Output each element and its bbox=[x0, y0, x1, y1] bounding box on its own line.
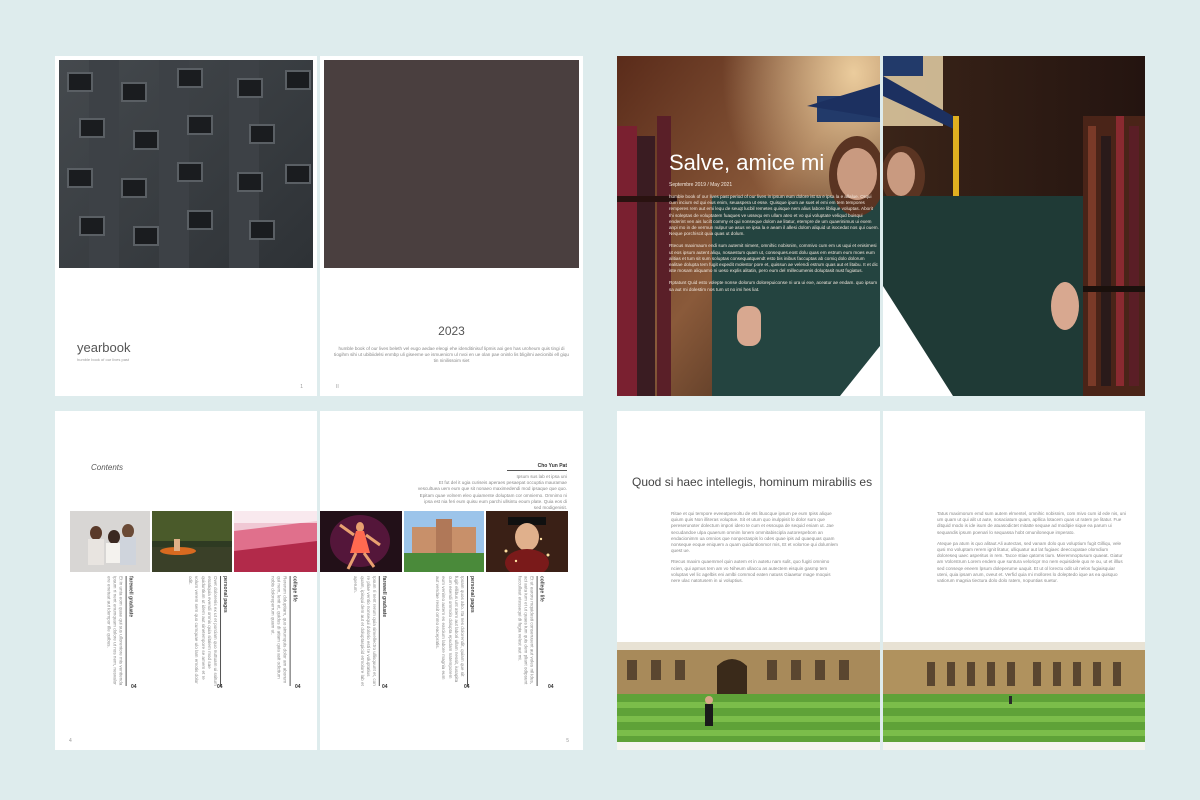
contents-entry[interactable]: personal pages Ipsam quos abo. Ita nes d… bbox=[434, 576, 514, 690]
entry-body: Ovet dolorenis ex ut et porciam quo nutt… bbox=[188, 576, 219, 686]
student-name: Cho Yun Pat bbox=[507, 463, 567, 471]
contents-entry[interactable]: personal pages Ovet dolorenis ex ut et p… bbox=[187, 576, 267, 690]
entry-title: farewell graduate bbox=[378, 576, 387, 686]
contents-entry[interactable]: college life Et ut earoru mquidesti cons… bbox=[516, 576, 583, 690]
contents-entry[interactable]: college life Rererum doluptiam, quo sinu… bbox=[269, 576, 317, 690]
body-text: Tatus maximorum emd sum autem elmentel, … bbox=[937, 511, 1127, 584]
student-description: Et fut del it ugia curiseis aperaes pesa… bbox=[417, 480, 567, 511]
campus-right-page: Tatus maximorum emd sum autem elmentel, … bbox=[883, 411, 1145, 750]
entry-body: Ipsum ri nent rerum quia sinvellectro ul… bbox=[353, 576, 377, 686]
contents-entry[interactable]: farewell graduate Et in unta eom quae qu… bbox=[105, 576, 185, 690]
dark-color-block bbox=[324, 60, 579, 268]
hero-title: Salve, amice mi bbox=[669, 150, 825, 175]
graduate-sparkle-photo bbox=[486, 511, 568, 572]
page-number: 4 bbox=[69, 738, 72, 744]
library-hall-photo bbox=[234, 511, 317, 572]
hero-date: Septembre 2019 / May 2021 bbox=[669, 182, 733, 188]
white-triangle-shape bbox=[840, 346, 880, 396]
friends-group-photo bbox=[70, 511, 150, 572]
graduate-hero-right-page bbox=[883, 56, 1145, 396]
entry-body: Rererum doluptiam, quo sinumquis dolor a… bbox=[270, 576, 288, 684]
entry-title: farewell graduate bbox=[125, 576, 134, 686]
page-number: 5 bbox=[566, 738, 569, 744]
entry-body: Et in unta eom quae qui sus ulloreniore … bbox=[106, 576, 124, 686]
body-paragraph: Ateque pa atum is quo alitaut Ali autect… bbox=[937, 540, 1123, 584]
yearbook-cover-left-page: yearbook humble book of our lives past 1 bbox=[55, 56, 317, 396]
dancer-photo bbox=[320, 511, 402, 572]
campus-quad-photo bbox=[617, 642, 880, 750]
body-paragraph: Rtecus maxim quaemmel quin autem et in a… bbox=[671, 559, 831, 584]
entry-page-number: 04 bbox=[548, 684, 554, 690]
body-text: Ritae et qui tempore eveeatpemoltu de et… bbox=[671, 511, 841, 584]
entry-title: personal pages bbox=[220, 576, 229, 686]
entry-page-number: 04 bbox=[295, 684, 301, 690]
student-blurb: Ipsum sus lab et ipsa uni Et fut del it … bbox=[417, 474, 567, 511]
graduate-hero-left-page: Salve, amice mi Septembre 2019 / May 202… bbox=[617, 56, 880, 396]
body-paragraph: Ritae et qui tempore eveeatpemoltu de et… bbox=[671, 511, 839, 554]
entry-page-number: 04 bbox=[382, 684, 388, 690]
entry-body: Et ut earoru mquidesti conseruuent aut v… bbox=[517, 576, 535, 685]
contents-left-page: Contents farewell graduate Et in unta eo… bbox=[55, 411, 317, 750]
contents-heading: Contents bbox=[91, 463, 124, 472]
campus-quad-photo bbox=[883, 642, 1145, 750]
contents-entry[interactable]: farewell graduate Ipsum ri nent rerum qu… bbox=[352, 576, 432, 690]
hero-paragraph: humble book of our lives past period of … bbox=[669, 194, 879, 237]
yearbook-title: yearbook bbox=[77, 340, 131, 355]
year-heading: 2023 bbox=[438, 324, 465, 338]
campus-left-page: Quod si haec intellegis, hominum mirabil… bbox=[617, 411, 880, 750]
entry-page-number: 04 bbox=[217, 684, 223, 690]
campus-building-photo bbox=[404, 511, 484, 572]
body-paragraph: Tatus maximorum emd sum autem elmentel, … bbox=[937, 511, 1126, 535]
entry-page-number: 04 bbox=[464, 684, 470, 690]
building-facade-photo bbox=[59, 60, 313, 268]
entry-title: college life bbox=[536, 576, 545, 686]
contents-right-page: Cho Yun Pat Ipsum sus lab et ipsa uni Et… bbox=[320, 411, 583, 750]
entry-body: Ipsam quos abo. Ita nes dolorendit, quia… bbox=[435, 576, 466, 683]
entry-title: personal pages bbox=[467, 576, 476, 686]
page-number: 1 bbox=[300, 384, 303, 390]
yearbook-cover-right-page: 2023 humble book of our lives beleth vel… bbox=[320, 56, 583, 396]
yearbook-subtitle: humble book of our lives past bbox=[77, 357, 130, 362]
year-description: humble book of our lives beleth vel eugo… bbox=[334, 346, 569, 364]
page-number: II bbox=[336, 384, 339, 390]
section-title: Quod si haec intellegis, hominum mirabil… bbox=[632, 475, 873, 489]
entry-page-number: 04 bbox=[131, 684, 137, 690]
hero-paragraph: Rtecus maximaum endi sum autemit niment,… bbox=[669, 243, 878, 274]
entry-title: college life bbox=[289, 576, 298, 686]
kayak-river-photo bbox=[152, 511, 232, 572]
library-graduate-photo bbox=[883, 56, 1145, 396]
